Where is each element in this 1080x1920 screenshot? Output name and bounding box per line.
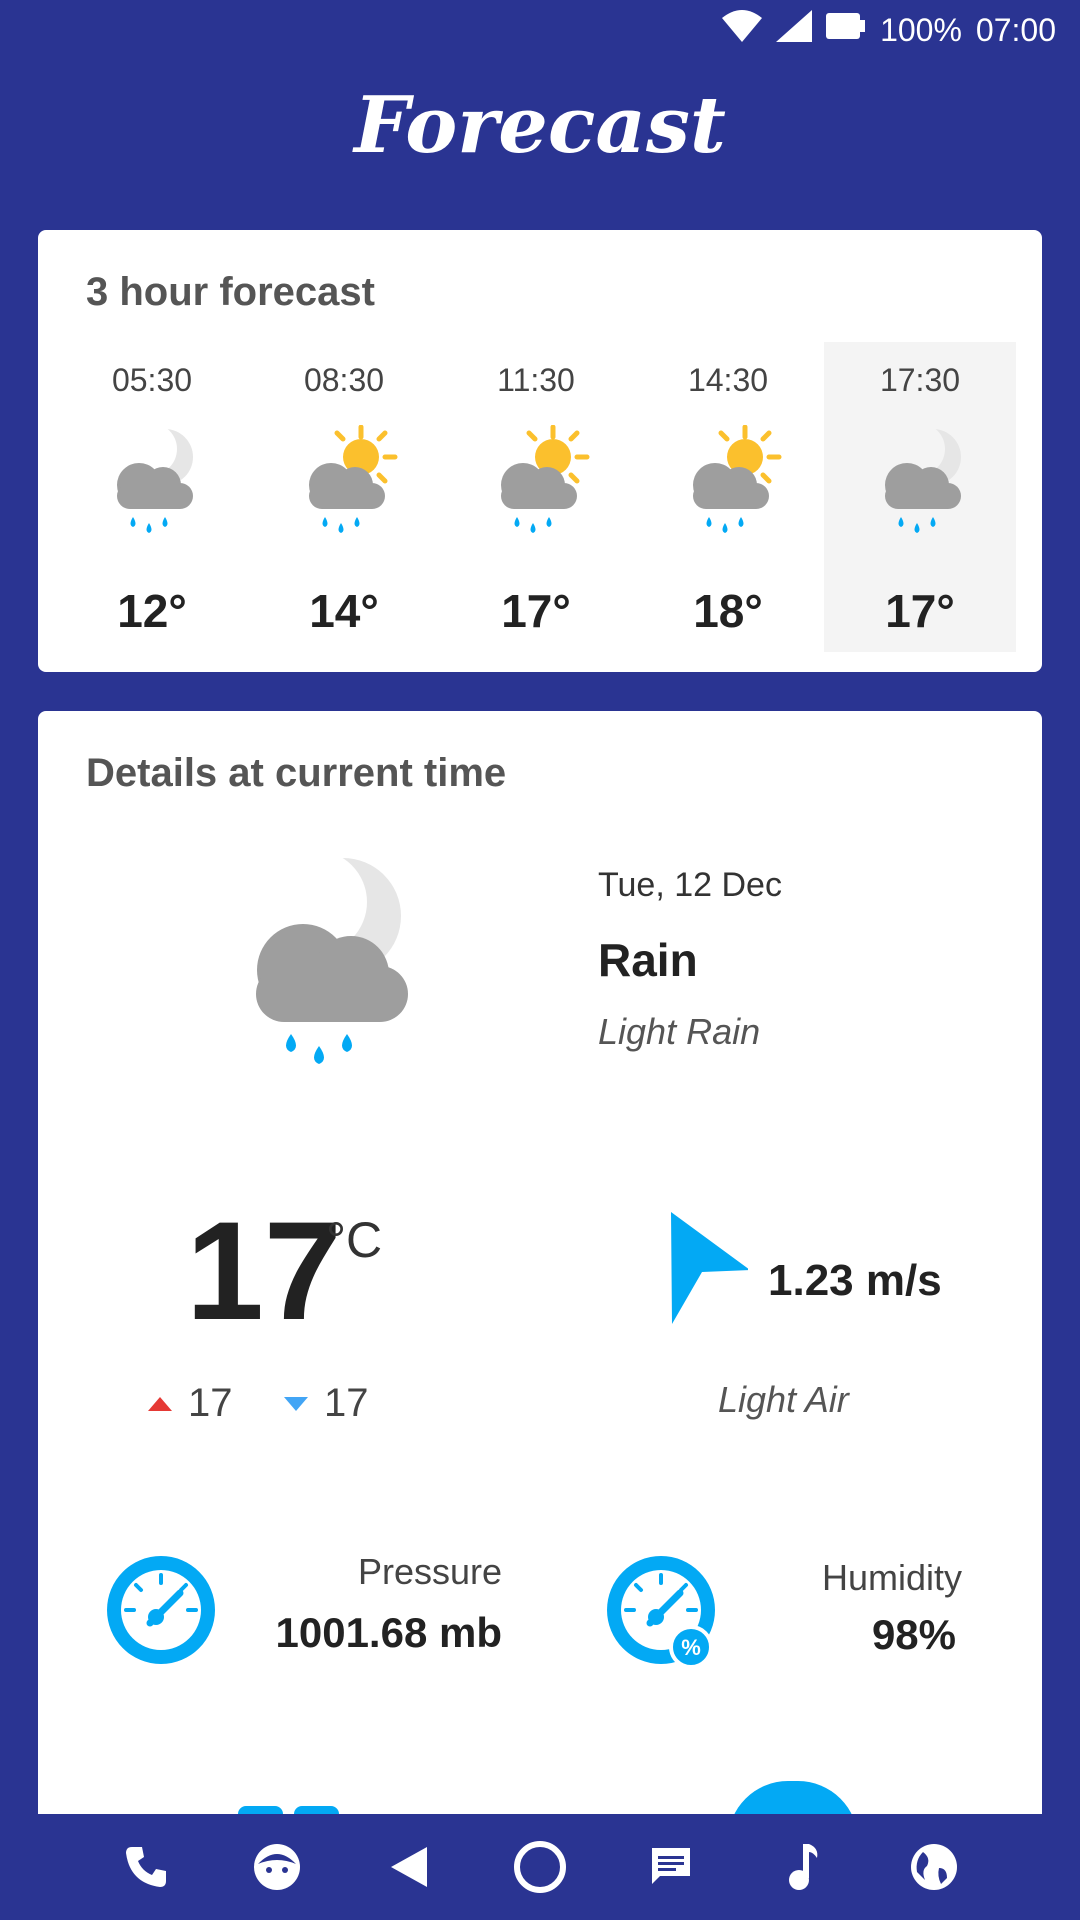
wind-speed: 1.23 m/s: [768, 1256, 942, 1305]
wind-description: Light Air: [718, 1379, 849, 1420]
hour-item[interactable]: 11:30 17°: [440, 342, 632, 652]
message-icon[interactable]: [641, 1837, 701, 1897]
hour-item[interactable]: 14:30 18°: [632, 342, 824, 652]
hour-time: 14:30: [687, 362, 769, 398]
hour-list: 05:30 12° 08:30 14° 11:30 17° 14:30 18° …: [38, 342, 1042, 665]
hour-temp: 18°: [693, 585, 763, 637]
humidity-value: 98%: [871, 1611, 956, 1658]
globe-icon[interactable]: [904, 1837, 964, 1897]
hour-temp: 17°: [501, 585, 571, 637]
wind-direction-icon: [671, 1212, 748, 1324]
current-temperature: 17: [186, 1192, 342, 1349]
humidity-gauge-icon: %: [607, 1556, 715, 1669]
back-icon[interactable]: [379, 1837, 439, 1897]
face-icon[interactable]: [247, 1837, 307, 1897]
app-title: Forecast: [354, 80, 726, 171]
hour-item[interactable]: 05:30 12°: [56, 342, 248, 652]
hour-time: 11:30: [497, 362, 575, 398]
music-icon[interactable]: [773, 1837, 833, 1897]
humidity-label: Humidity: [821, 1557, 962, 1598]
date-label: Tue, 12 Dec: [598, 866, 782, 904]
phone-icon[interactable]: [116, 1837, 176, 1897]
card-title: Details at current time: [86, 751, 507, 795]
night-rain-icon: [117, 425, 193, 533]
details-card: Details at current time Tue, 12 Dec Rain…: [38, 711, 1042, 1821]
temperature-unit: °C: [326, 1212, 383, 1268]
signal-icon: [776, 10, 813, 50]
pressure-value: 1001.68 mb: [275, 1609, 503, 1656]
clock: 07:00: [975, 11, 1056, 48]
high-value: 17: [188, 1381, 233, 1425]
hour-temp: 17°: [885, 585, 955, 637]
battery-percent: 100%: [880, 11, 962, 48]
hour-temp: 12°: [117, 585, 187, 637]
pressure-gauge-icon: [107, 1556, 215, 1664]
hour-time: 08:30: [303, 362, 385, 398]
arrow-down-icon: [284, 1396, 308, 1411]
status-bar: 100% 07:00: [0, 0, 1080, 60]
three-hour-forecast-card: 3 hour forecast 05:30 12° 08:30 14° 11:3…: [38, 230, 1042, 672]
night-rain-icon: [256, 850, 408, 1064]
system-nav-bar: [0, 1814, 1080, 1920]
wifi-icon: [722, 10, 763, 50]
high-temperature: 17: [148, 1381, 233, 1426]
hour-time: 17:30: [879, 362, 961, 398]
hour-item-selected[interactable]: 17:30 17°: [824, 342, 1016, 652]
hour-item[interactable]: 08:30 14°: [248, 342, 440, 652]
hour-time: 05:30: [111, 362, 193, 398]
humidity-badge: %: [681, 1635, 701, 1660]
low-value: 17: [324, 1381, 369, 1425]
day-rain-icon: [501, 425, 590, 533]
card-title: 3 hour forecast: [86, 270, 375, 314]
day-rain-icon: [309, 425, 398, 533]
home-icon[interactable]: [510, 1837, 570, 1897]
condition-label: Rain: [598, 934, 698, 986]
low-temperature: 17: [284, 1381, 369, 1426]
night-rain-icon: [885, 425, 961, 533]
hour-temp: 14°: [309, 585, 379, 637]
day-rain-icon: [693, 425, 782, 533]
battery-icon: [826, 11, 866, 49]
condition-description: Light Rain: [598, 1011, 761, 1052]
arrow-up-icon: [148, 1396, 172, 1411]
pressure-label: Pressure: [357, 1551, 502, 1592]
